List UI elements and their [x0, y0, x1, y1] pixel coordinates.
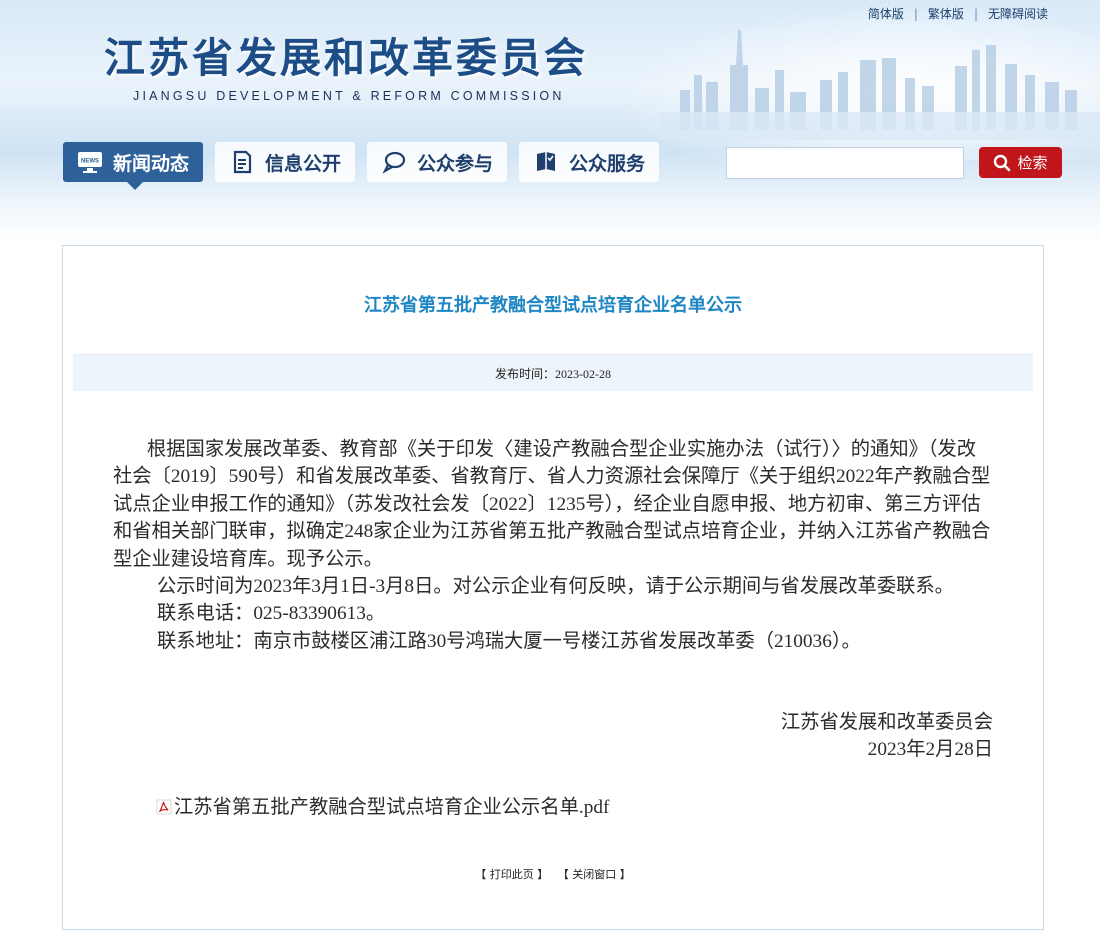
header-banner: 简体版 | 繁体版 | 无障碍阅读 江苏省发展和改革委员会 JIANGSU DE…	[0, 0, 1100, 245]
nav-item-public-participation[interactable]: 公众参与	[367, 142, 508, 182]
article-body: 根据国家发展改革委、教育部《关于印发〈建设产教融合型企业实施办法（试行）〉的通知…	[113, 436, 993, 655]
article-title: 江苏省第五批产教融合型试点培育企业名单公示	[364, 295, 742, 316]
footer-links: 【 打印此页 】 【 关闭窗口 】	[63, 866, 1043, 882]
site-title[interactable]: 江苏省发展和改革委员会	[104, 24, 588, 84]
contact-phone: 联系电话：025-83390613。	[157, 603, 386, 625]
site-subtitle: JIANGSU DEVELOPMENT & REFORM COMMISSION	[133, 89, 565, 103]
main-nav: NEWS 新闻动态 信息公开 公众参与 公众服务	[63, 142, 660, 190]
nav-item-info-disclosure[interactable]: 信息公开	[215, 142, 356, 182]
body-paragraph: 公示时间为2023年3月1日-3月8日。对公示企业有何反映，请于公示期间与省发展…	[157, 576, 954, 598]
top-links-bar: 简体版 | 繁体版 | 无障碍阅读	[858, 5, 1058, 22]
book-icon	[537, 152, 556, 171]
contact-address: 联系地址：南京市鼓楼区浦江路30号鸿瑞大厦一号楼江苏省发展改革委（210036）…	[157, 630, 861, 652]
search-button-label: 检索	[1017, 154, 1048, 172]
attachment-label: 江苏省第五批产教融合型试点培育企业公示名单.pdf	[174, 797, 610, 818]
article-panel: 江苏省第五批产教融合型试点培育企业名单公示 发布时间：2023-02-28 根据…	[62, 245, 1044, 930]
chat-icon	[382, 151, 406, 174]
nav-item-label: 信息公开	[265, 152, 342, 175]
pdf-icon	[156, 799, 172, 815]
nav-item-label: 公众服务	[569, 152, 646, 175]
city-skyline-image	[660, 30, 1100, 140]
publish-time-bar: 发布时间：2023-02-28	[73, 354, 1033, 391]
nav-item-public-service[interactable]: 公众服务	[519, 142, 660, 182]
signature-date: 2023年2月28日	[867, 739, 993, 760]
search-input[interactable]	[726, 147, 964, 179]
signature-block: 江苏省发展和改革委员会 2023年2月28日	[781, 709, 993, 763]
nav-item-news[interactable]: NEWS 新闻动态	[63, 142, 204, 190]
attachment-link[interactable]: 江苏省第五批产教融合型试点培育企业公示名单.pdf	[156, 791, 609, 819]
simplified-chinese-link[interactable]: 简体版	[858, 5, 914, 22]
accessibility-link[interactable]: 无障碍阅读	[978, 5, 1058, 22]
news-icon: NEWS	[78, 152, 102, 173]
nav-item-label: 新闻动态	[113, 152, 190, 175]
close-window-link[interactable]: 【 关闭窗口 】	[558, 868, 631, 881]
svg-text:NEWS: NEWS	[81, 159, 99, 165]
traditional-chinese-link[interactable]: 繁体版	[918, 5, 974, 22]
publish-time: 发布时间：2023-02-28	[495, 366, 611, 381]
signature-org: 江苏省发展和改革委员会	[780, 712, 993, 733]
document-icon	[233, 150, 252, 174]
search-button[interactable]: 检索	[979, 147, 1062, 178]
nav-item-label: 公众参与	[417, 152, 494, 175]
body-paragraph: 根据国家发展改革委、教育部《关于印发〈建设产教融合型企业实施办法（试行）〉的通知…	[113, 439, 991, 570]
search-icon	[994, 154, 1011, 171]
print-page-link[interactable]: 【 打印此页 】	[475, 868, 548, 881]
